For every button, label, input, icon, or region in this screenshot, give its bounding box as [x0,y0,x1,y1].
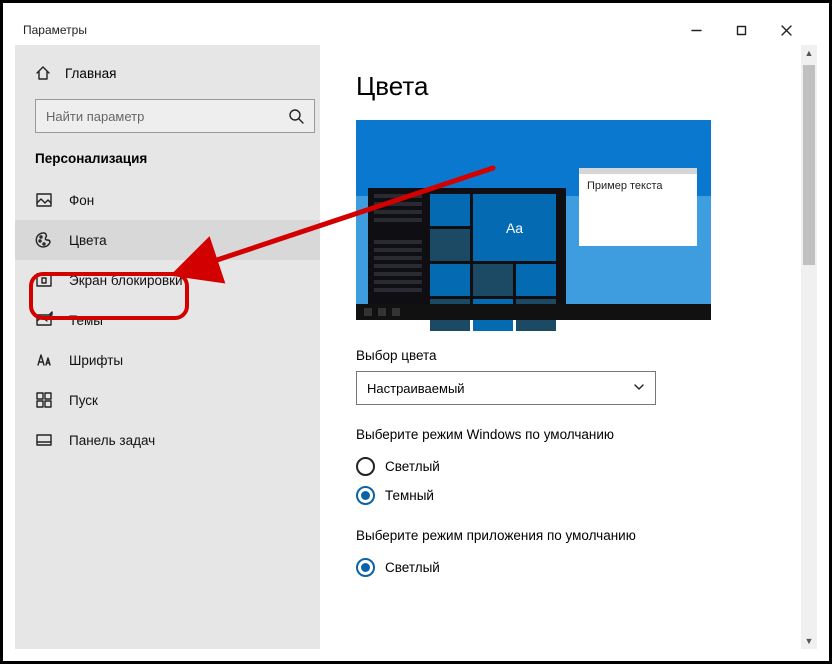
preview-start-menu: Aa [368,188,566,304]
nav-item-taskbar[interactable]: Панель задач [15,420,320,460]
titlebar: Параметры [15,15,817,45]
sidebar: Главная Найти параметр Персонализация [15,45,320,649]
scroll-up-icon: ▲ [801,45,817,61]
fonts-icon [35,351,53,369]
color-mode-label: Выбор цвета [356,348,817,363]
radio-icon [356,558,375,577]
color-mode-value: Настраиваемый [367,381,633,396]
windows-mode-label: Выберите режим Windows по умолчанию [356,427,817,442]
minimize-button[interactable] [674,15,719,45]
start-icon [35,391,53,409]
maximize-button[interactable] [719,15,764,45]
lockscreen-icon [35,271,53,289]
preview-sample-window: Пример текста [579,168,697,246]
nav-label: Пуск [69,393,98,408]
nav-item-start[interactable]: Пуск [15,380,320,420]
nav-label: Панель задач [69,433,155,448]
search-icon [288,108,304,124]
nav-item-themes[interactable]: Темы [15,300,320,340]
nav-label: Цвета [69,233,107,248]
color-mode-select[interactable]: Настраиваемый [356,371,656,405]
nav-item-colors[interactable]: Цвета [15,220,320,260]
palette-icon [35,231,53,249]
search-placeholder: Найти параметр [46,109,288,124]
chevron-down-icon [633,381,645,396]
taskbar-icon [35,431,53,449]
home-icon [35,65,51,81]
app-mode-label: Выберите режим приложения по умолчанию [356,528,817,543]
search-input[interactable]: Найти параметр [35,99,315,133]
window-title: Параметры [23,23,87,37]
close-button[interactable] [764,15,809,45]
nav-label: Экран блокировки [69,273,183,288]
window-controls [674,15,809,45]
theme-preview: Aa Пример текста [356,120,711,320]
nav-label: Шрифты [69,353,123,368]
vertical-scrollbar[interactable]: ▲ ▼ [801,45,817,649]
home-label: Главная [65,66,116,81]
preview-accent-tile: Aa [473,194,556,261]
main-content: Цвета Aa [320,45,817,649]
nav-list: Фон Цвета Экран блокировки [15,180,320,460]
radio-icon [356,457,375,476]
nav-label: Темы [69,313,103,328]
scroll-down-icon: ▼ [801,633,817,649]
section-title: Персонализация [15,145,320,180]
windows-mode-dark[interactable]: Темный [356,481,817,510]
page-title: Цвета [356,71,817,102]
windows-mode-light[interactable]: Светлый [356,452,817,481]
home-link[interactable]: Главная [15,57,320,89]
scrollbar-thumb[interactable] [803,65,815,265]
radio-icon [356,486,375,505]
themes-icon [35,311,53,329]
nav-item-lockscreen[interactable]: Экран блокировки [15,260,320,300]
nav-item-fonts[interactable]: Шрифты [15,340,320,380]
picture-icon [35,191,53,209]
app-mode-light[interactable]: Светлый [356,553,817,582]
nav-item-background[interactable]: Фон [15,180,320,220]
nav-label: Фон [69,193,94,208]
